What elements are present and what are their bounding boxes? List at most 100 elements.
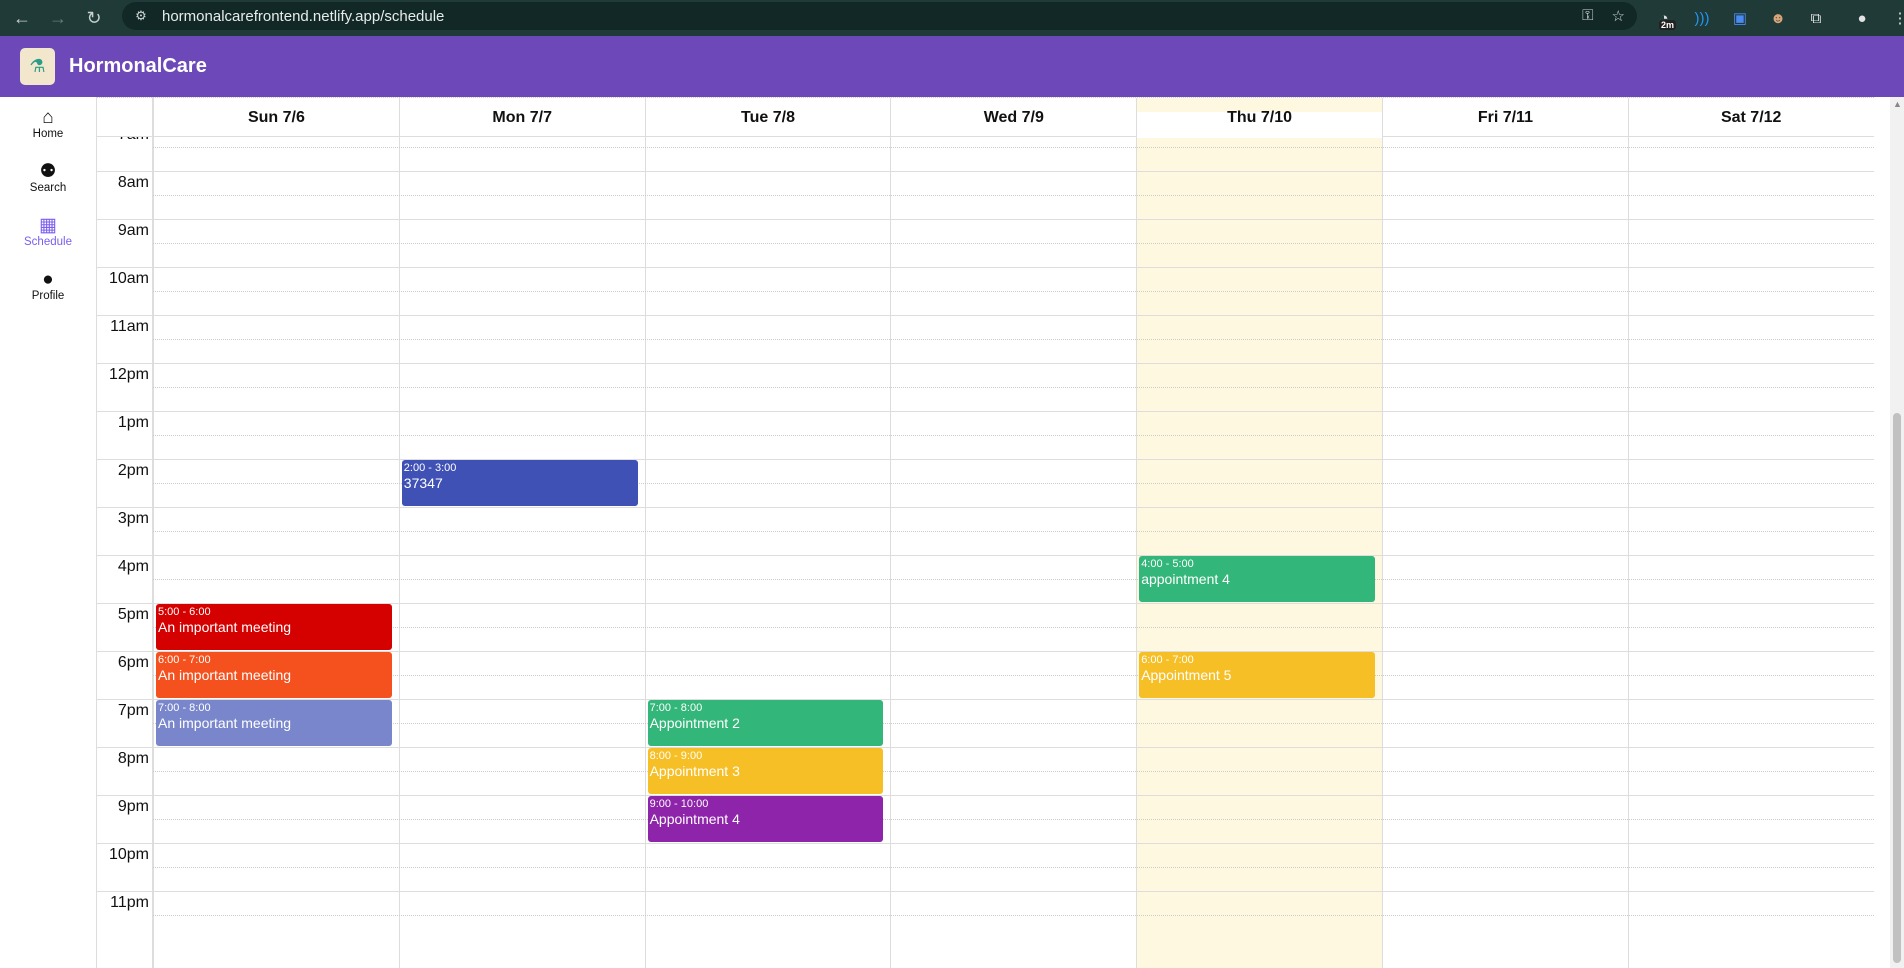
url-text[interactable]: hormonalcarefrontend.netlify.app/schedul… [162, 8, 444, 25]
calendar-icon: ▦ [39, 215, 57, 236]
day-header-row: Sun 7/6 Mon 7/7 Tue 7/8 Wed 7/9 Thu 7/10 Fri … [97, 97, 1874, 138]
hour-row: 11pm [97, 891, 1874, 939]
half-hour-line [153, 435, 1874, 436]
hour-row: 9am [97, 219, 1874, 267]
hour-label: 6pm [117, 654, 149, 671]
hour-row: 4pm [97, 555, 1874, 603]
extension-timer-icon[interactable]: ◔ 2m [1645, 10, 1683, 30]
menu-dots-icon[interactable]: ⋮ [1881, 9, 1904, 27]
calendar-event[interactable]: 2:00 - 3:00 37347 [401, 460, 638, 506]
day-header: Wed 7/9 [890, 98, 1136, 138]
forward-icon[interactable]: → [44, 8, 72, 29]
scroll-up-icon[interactable]: ▲ [1893, 99, 1902, 109]
day-header: Tue 7/8 [644, 98, 891, 138]
hour-row: 9pm [97, 795, 1874, 843]
event-title: appointment 4 [1141, 571, 1230, 587]
calendar-event[interactable]: 8:00 - 9:00 Appointment 3 [647, 748, 884, 794]
half-hour-line [153, 867, 1874, 868]
sidebar-item-search[interactable]: ⚉ Search [0, 151, 96, 205]
hour-row: 2pm [97, 459, 1874, 507]
half-hour-line [153, 531, 1874, 532]
calendar-event[interactable]: 4:00 - 5:00 appointment 4 [1139, 556, 1375, 602]
time-gutter-divider [152, 97, 153, 968]
scrollbar[interactable]: ▲ [1890, 97, 1904, 968]
sidebar-item-label: Search [29, 182, 67, 194]
event-title: Appointment 3 [649, 763, 740, 779]
app-logo: ⚗ [20, 48, 55, 85]
hour-label: 8pm [117, 750, 149, 767]
hour-label: 10am [108, 270, 149, 287]
calendar-event[interactable]: 9:00 - 10:00 Appointment 4 [647, 796, 884, 842]
event-time: 7:00 - 8:00 [649, 702, 703, 714]
event-time: 4:00 - 5:00 [1141, 558, 1194, 570]
event-title: Appointment 5 [1141, 667, 1232, 683]
star-icon[interactable]: ☆ [1612, 7, 1625, 25]
extension-face-icon[interactable]: ☻ [1759, 10, 1797, 27]
event-title: Appointment 2 [649, 715, 740, 731]
half-hour-line [153, 771, 1874, 772]
day-header: Sat 7/12 [1627, 98, 1874, 138]
half-hour-line [153, 627, 1874, 628]
half-hour-line [153, 291, 1874, 292]
extension-audio-icon[interactable]: ))) [1683, 10, 1721, 27]
hour-label: 3pm [117, 510, 149, 527]
half-hour-line [153, 195, 1874, 196]
site-settings-icon[interactable]: ⚙ [128, 8, 154, 24]
half-hour-line [153, 579, 1874, 580]
half-hour-line [153, 819, 1874, 820]
hour-row: 10pm [97, 843, 1874, 891]
hour-label: 9am [117, 222, 149, 239]
app-header: ⚗ HormonalCare [0, 36, 1904, 97]
sidebar-item-schedule[interactable]: ▦ Schedule [0, 205, 96, 259]
calendar-event[interactable]: 7:00 - 8:00 Appointment 2 [647, 700, 884, 746]
extensions-puzzle-icon[interactable]: ⧉ [1797, 10, 1835, 27]
event-time: 2:00 - 3:00 [403, 462, 457, 474]
hour-label: 1pm [117, 414, 149, 431]
address-bar[interactable]: ⚙ hormonalcarefrontend.netlify.app/sched… [122, 2, 1637, 30]
event-title: An important meeting [158, 667, 292, 683]
browser-toolbar: ← → ↻ ⚙ hormonalcarefrontend.netlify.app… [0, 0, 1904, 36]
half-hour-line [153, 915, 1874, 916]
event-time: 6:00 - 7:00 [158, 654, 211, 666]
calendar-event[interactable]: 6:00 - 7:00 An important meeting [156, 652, 392, 698]
sidebar-item-label: Profile [31, 290, 65, 302]
profile-avatar[interactable]: ● [1843, 10, 1881, 27]
half-hour-line [153, 387, 1874, 388]
reload-icon[interactable]: ↻ [80, 8, 108, 29]
hour-label: 7pm [117, 702, 149, 719]
half-hour-line [153, 243, 1874, 244]
event-time: 8:00 - 9:00 [649, 750, 703, 762]
hour-row: 12pm [97, 363, 1874, 411]
back-icon[interactable]: ← [8, 8, 36, 29]
half-hour-line [153, 339, 1874, 340]
hour-label: 5pm [117, 606, 149, 623]
key-icon[interactable]: ⚿ [1582, 7, 1593, 25]
hour-label: 9pm [117, 798, 149, 815]
half-hour-line [153, 147, 1874, 148]
sidebar-item-home[interactable]: ⌂ Home [0, 97, 96, 151]
google-translate-icon[interactable]: ▣ [1721, 9, 1759, 27]
hour-label: 10pm [108, 846, 149, 863]
event-time: 9:00 - 10:00 [649, 798, 709, 810]
event-time: 6:00 - 7:00 [1141, 654, 1194, 666]
hour-row: 10am [97, 267, 1874, 315]
app-title: HormonalCare [69, 55, 207, 77]
calendar-event[interactable]: 5:00 - 6:00 An important meeting [156, 604, 392, 650]
person-icon: ● [42, 269, 54, 290]
event-title: An important meeting [158, 619, 292, 635]
scrollbar-thumb[interactable] [1893, 413, 1901, 963]
sidebar-item-profile[interactable]: ● Profile [0, 259, 96, 313]
sidebar-item-label: Home [32, 128, 64, 140]
calendar-event[interactable]: 7:00 - 8:00 An important meeting [156, 700, 392, 746]
hour-row: 11am [97, 315, 1874, 363]
calendar-event[interactable]: 6:00 - 7:00 Appointment 5 [1139, 652, 1375, 698]
home-icon: ⌂ [42, 107, 54, 128]
group-icon: ⚉ [39, 161, 57, 182]
event-title: An important meeting [158, 715, 292, 731]
hour-row: 1pm [97, 411, 1874, 459]
half-hour-line [153, 723, 1874, 724]
sidebar: ⌂ Home ⚉ Search ▦ Schedule ● Profile [0, 97, 97, 968]
extension-badge: 2m [1659, 19, 1677, 30]
day-header: Thu 7/10 [1136, 98, 1382, 138]
event-time: 5:00 - 6:00 [158, 606, 211, 618]
